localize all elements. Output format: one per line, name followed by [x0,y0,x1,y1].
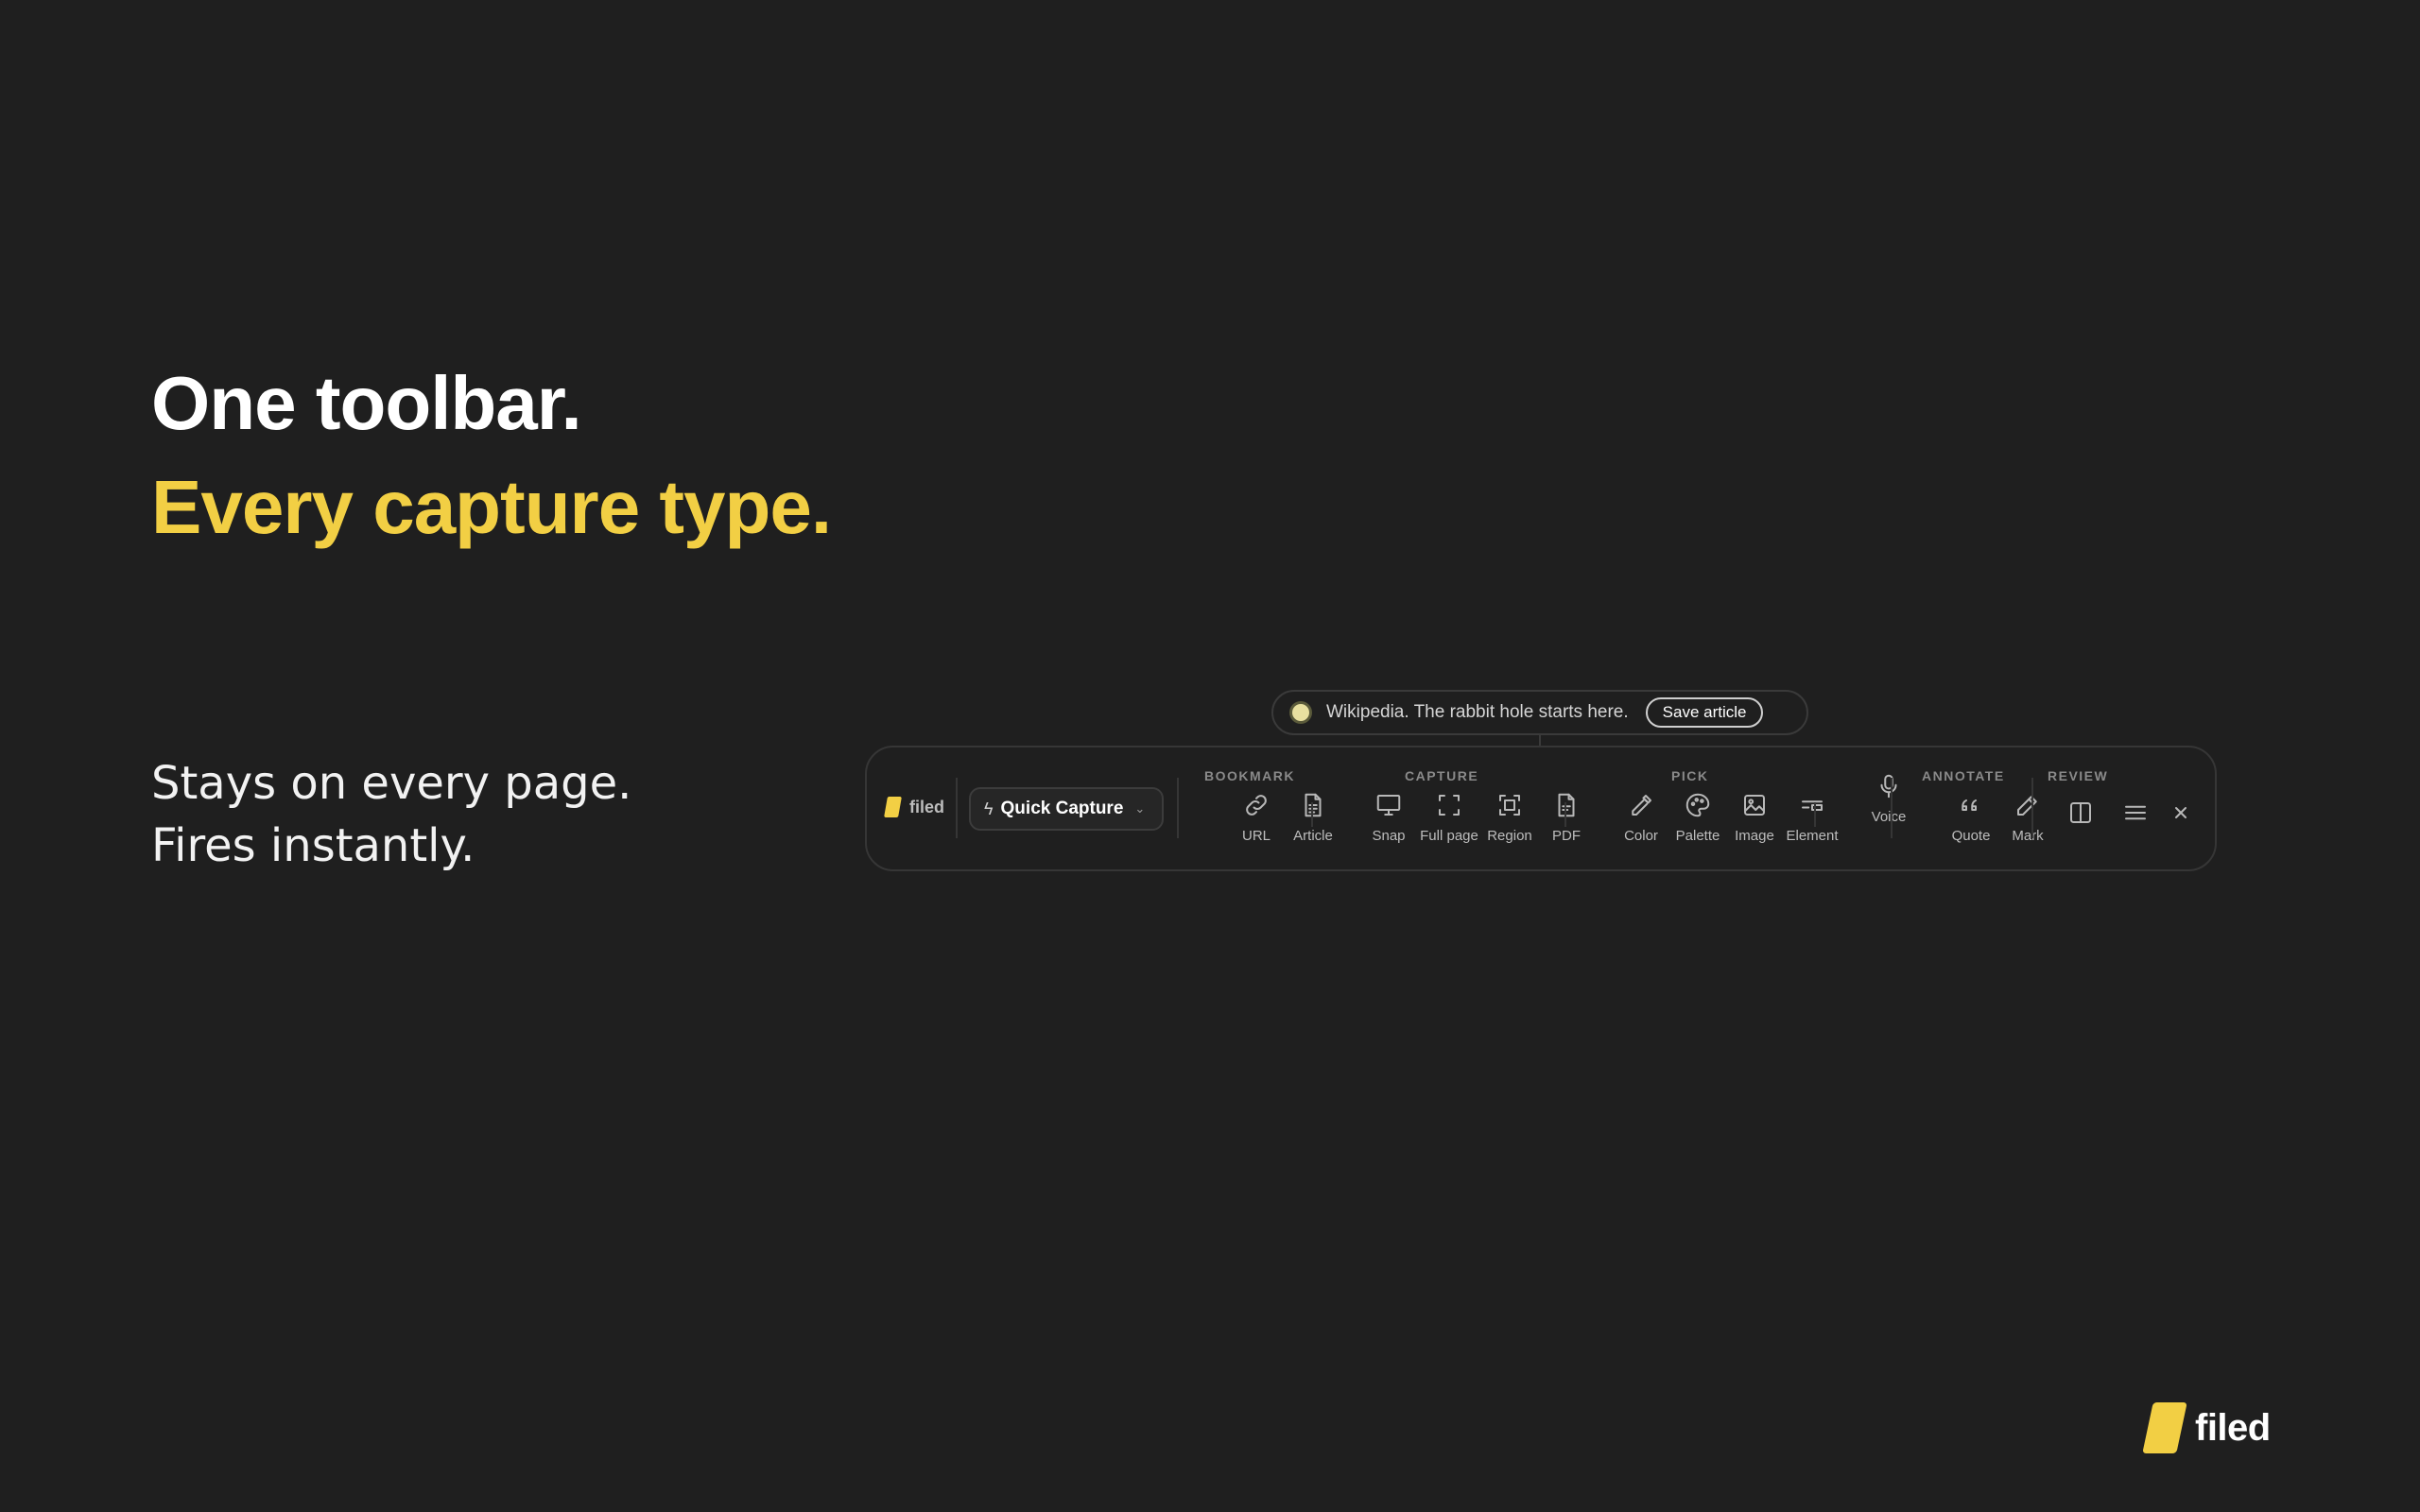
tagline-line-2: Fires instantly. [151,819,475,872]
eyedropper-icon [1627,791,1655,819]
notification-message: Wikipedia. The rabbit hole starts here. [1326,702,1629,722]
close-button[interactable] [2167,799,2195,827]
tool-article-label: Article [1293,828,1333,844]
tool-pdf[interactable]: PDF [1529,791,1604,844]
tool-article[interactable]: Article [1275,791,1351,844]
headline-line-2: Every capture type. [151,465,832,549]
document-icon [1299,791,1327,819]
split-view-button[interactable] [2066,799,2095,827]
close-icon [2167,807,2195,831]
headline-line-1: One toolbar. [151,361,582,445]
group-label-review: REVIEW [2048,768,2109,783]
tagline-line-1: Stays on every page. [151,757,632,810]
brand-name: filed [2195,1406,2271,1449]
link-icon [1242,791,1270,819]
toolbar-logo[interactable]: filed [884,797,945,817]
monitor-icon [1374,791,1403,819]
bolt-icon: ϟ [984,799,994,818]
tool-element-label: Element [1786,828,1839,844]
pdf-file-icon [1552,791,1581,819]
tool-voice[interactable]: Voice [1851,772,1927,825]
group-label-capture: CAPTURE [1405,768,1479,783]
status-dot-icon [1292,704,1309,721]
save-article-button[interactable]: Save article [1645,697,1764,728]
sidebar-panel-icon [2066,802,2095,831]
toolbar-logo-text: filed [909,797,945,816]
brand-logo: filed [2142,1402,2271,1453]
divider [1891,778,1893,838]
quick-capture-label: Quick Capture [1000,799,1124,818]
quick-capture-dropdown[interactable]: ϟ Quick Capture ⌄ [969,787,1164,831]
divider [2031,778,2033,838]
filed-logo-icon [884,797,902,817]
group-label-bookmark: BOOKMARK [1204,768,1295,783]
menu-button[interactable] [2121,799,2150,827]
group-label-pick: PICK [1671,768,1709,783]
tool-voice-label: Voice [1871,809,1907,825]
group-label-annotate: ANNOTATE [1922,768,2005,783]
image-icon [1740,791,1769,819]
menu-icon [2121,805,2150,831]
element-select-icon [1798,791,1826,819]
filed-logo-icon [2142,1402,2187,1453]
palette-icon [1684,791,1712,819]
region-select-icon [1495,791,1524,819]
divider [1311,802,1313,827]
tagline: Stays on every page. Fires instantly. [151,752,631,877]
pencil-icon [2014,791,2042,819]
tool-pdf-label: PDF [1552,828,1581,844]
divider [1814,802,1816,827]
divider [1177,778,1179,838]
chevron-down-icon: ⌄ [1134,801,1146,816]
fullscreen-icon [1435,791,1463,819]
divider [956,778,958,838]
notification-pill: Wikipedia. The rabbit hole starts here. … [1271,690,1808,735]
tool-mark-label: Mark [2012,828,2044,844]
quote-icon [1957,791,1985,819]
capture-toolbar: filed ϟ Quick Capture ⌄ BOOKMARK URL Art… [865,746,2217,871]
tool-mark[interactable]: Mark [1990,791,2066,844]
tool-element[interactable]: Element [1774,791,1850,844]
microphone-icon [1875,772,1903,800]
headline: One toolbar. Every capture type. [151,352,832,559]
divider [1564,802,1566,827]
